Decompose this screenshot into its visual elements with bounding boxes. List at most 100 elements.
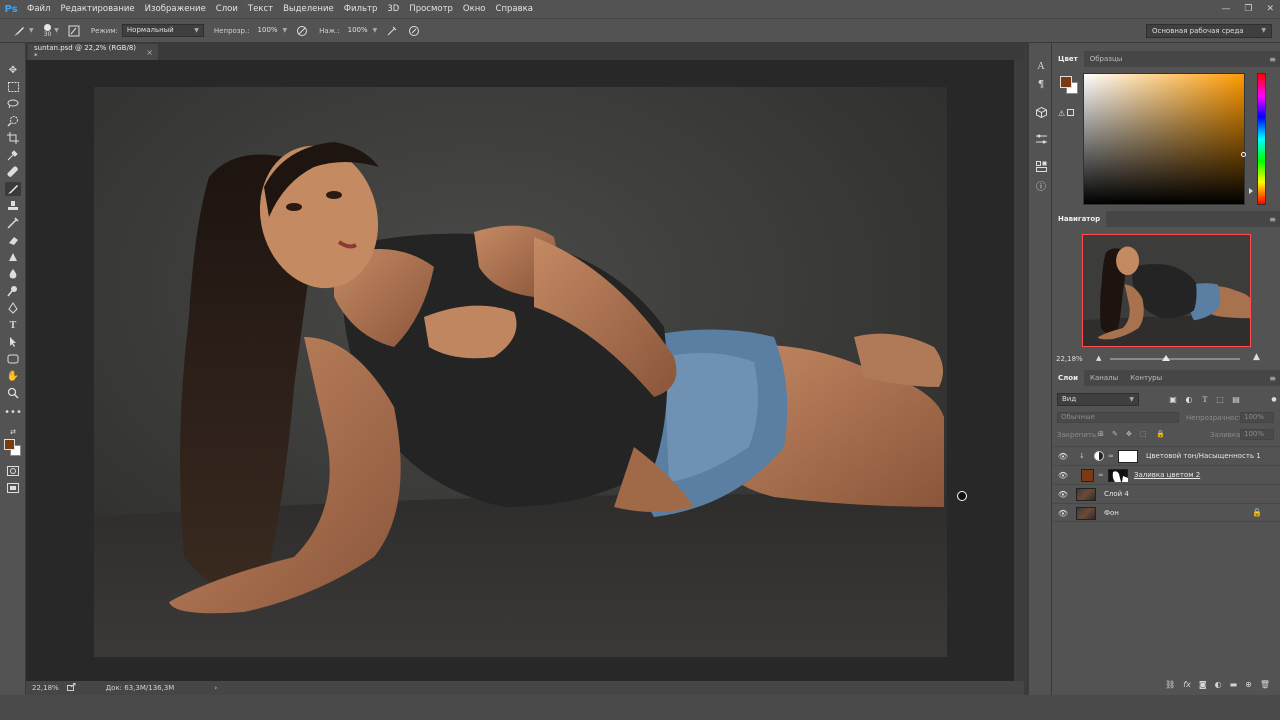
visibility-eye-icon[interactable]: 👁	[1058, 508, 1068, 518]
layer-row[interactable]: 👁 Фон 🔒	[1052, 503, 1280, 522]
navigator-zoom-slider[interactable]	[1110, 358, 1240, 360]
brush-size-picker[interactable]: 30	[44, 23, 51, 38]
layer-row[interactable]: 👁 ↓ ∞ Цветовой тон/Насыщенность 1	[1052, 446, 1280, 465]
close-icon[interactable]: ×	[146, 48, 153, 57]
flow-field[interactable]: 100%	[344, 24, 370, 37]
menu-layers[interactable]: Слои	[211, 0, 243, 18]
vertical-scrollbar[interactable]	[1014, 60, 1024, 681]
tab-paths[interactable]: Контуры	[1124, 370, 1168, 386]
link-layers-icon[interactable]: ⛓	[1165, 680, 1175, 689]
tab-color[interactable]: Цвет	[1052, 51, 1084, 67]
layer-opacity-field[interactable]: 100%	[1240, 412, 1274, 423]
lock-position-icon[interactable]: ✥	[1126, 430, 1132, 438]
screen-mode-icon[interactable]	[5, 481, 21, 495]
chevron-down-icon[interactable]: ▼	[54, 27, 59, 34]
dodge-icon[interactable]	[5, 284, 21, 298]
zoom-level[interactable]: 22,18%	[32, 684, 59, 692]
healing-icon[interactable]	[5, 165, 21, 179]
marquee-icon[interactable]	[5, 80, 21, 94]
layer-thumbnail[interactable]	[1076, 507, 1096, 520]
restore-button[interactable]: ❐	[1244, 4, 1252, 14]
quick-select-icon[interactable]	[5, 114, 21, 128]
chevron-down-icon[interactable]: ▼	[373, 27, 378, 34]
visibility-eye-icon[interactable]: 👁	[1058, 451, 1068, 461]
brush-panel-icon[interactable]	[67, 24, 81, 38]
tab-navigator[interactable]: Навигатор	[1052, 211, 1107, 227]
color-field[interactable]	[1083, 73, 1245, 205]
path-select-icon[interactable]	[5, 335, 21, 349]
lock-transparent-icon[interactable]: ⊞	[1098, 430, 1104, 438]
new-group-icon[interactable]: ▬	[1230, 680, 1238, 689]
history-brush-icon[interactable]	[5, 216, 21, 230]
new-adjustment-icon[interactable]: ◐	[1215, 680, 1222, 689]
foreground-color-swatch[interactable]	[4, 439, 15, 450]
navigator-zoom-slider-knob[interactable]	[1162, 355, 1170, 361]
menu-edit[interactable]: Редактирование	[55, 0, 139, 18]
eraser-icon[interactable]	[5, 233, 21, 247]
lock-artboard-icon[interactable]: ⬚	[1140, 430, 1147, 438]
layer-mask-thumbnail[interactable]	[1108, 469, 1128, 482]
filter-adjustment-icon[interactable]: ◐	[1183, 393, 1195, 405]
minimize-button[interactable]: —	[1221, 4, 1230, 14]
layer-row[interactable]: 👁 Слой 4	[1052, 484, 1280, 503]
visibility-eye-icon[interactable]: 👁	[1058, 489, 1068, 499]
tab-swatches[interactable]: Образцы	[1084, 51, 1129, 67]
menu-select[interactable]: Выделение	[278, 0, 339, 18]
hue-slider[interactable]	[1257, 73, 1266, 205]
layer-filter-select[interactable]: Вид ▼	[1057, 393, 1139, 406]
blend-mode-select[interactable]: Обычные	[1057, 412, 1179, 423]
filter-smart-object-icon[interactable]: ▤	[1230, 393, 1242, 405]
menu-window[interactable]: Окно	[458, 0, 491, 18]
color-panel-foreground-swatch[interactable]	[1060, 76, 1072, 88]
chevron-down-icon[interactable]: ▼	[283, 27, 288, 34]
fill-color-thumbnail[interactable]	[1081, 469, 1094, 482]
zoom-icon[interactable]	[5, 386, 21, 400]
pressure-size-icon[interactable]	[407, 24, 421, 38]
add-mask-icon[interactable]: ◙	[1199, 680, 1207, 689]
lasso-icon[interactable]	[5, 97, 21, 111]
hue-slider-knob[interactable]	[1249, 188, 1253, 194]
new-layer-icon[interactable]: ⊕	[1245, 680, 1252, 689]
menu-help[interactable]: Справка	[491, 0, 538, 18]
stamp-icon[interactable]	[5, 199, 21, 213]
lock-pixels-icon[interactable]: ✎	[1112, 430, 1118, 438]
menu-view[interactable]: Просмотр	[404, 0, 458, 18]
panel-menu-icon[interactable]: ≡	[1269, 55, 1276, 64]
document-image[interactable]	[94, 87, 947, 657]
more-icon[interactable]: •••	[4, 405, 22, 419]
fill-field[interactable]: 100%	[1240, 429, 1274, 440]
paragraph-icon[interactable]: ¶	[1033, 77, 1049, 91]
navigator-zoom-value[interactable]: 22,18%	[1056, 355, 1083, 363]
menu-image[interactable]: Изображение	[140, 0, 211, 18]
airbrush-icon[interactable]	[385, 24, 399, 38]
pressure-opacity-icon[interactable]	[295, 24, 309, 38]
panel-menu-icon[interactable]: ≡	[1269, 215, 1276, 224]
adjustments-icon[interactable]	[1033, 132, 1049, 146]
layer-thumbnail[interactable]	[1076, 488, 1096, 501]
zoom-in-icon[interactable]: ▲	[1253, 352, 1260, 362]
chevron-down-icon[interactable]: ▼	[29, 27, 34, 34]
move-icon[interactable]: ✥	[5, 63, 21, 77]
zoom-out-icon[interactable]: ▲	[1096, 354, 1101, 362]
menu-file[interactable]: Файл	[22, 0, 55, 18]
menu-filter[interactable]: Фильтр	[339, 0, 383, 18]
crop-icon[interactable]	[5, 131, 21, 145]
layer-mask-thumbnail[interactable]	[1118, 450, 1138, 463]
3d-icon[interactable]	[1033, 105, 1049, 119]
mode-select[interactable]: Нормальный ▼	[121, 24, 204, 37]
filter-type-icon[interactable]: T	[1199, 393, 1211, 405]
visibility-eye-icon[interactable]: 👁	[1058, 470, 1068, 480]
filter-pixel-icon[interactable]: ▣	[1167, 393, 1179, 405]
eyedropper-icon[interactable]	[5, 148, 21, 162]
quick-mask-icon[interactable]	[5, 464, 21, 478]
opacity-field[interactable]: 100%	[254, 24, 280, 37]
close-button[interactable]: ✕	[1266, 4, 1274, 14]
delete-layer-icon[interactable]: 🗑	[1260, 680, 1270, 689]
document-tab[interactable]: suntan.psd @ 22,2% (RGB/8) * ×	[28, 44, 158, 60]
hand-icon[interactable]: ✋	[5, 369, 21, 383]
brush-icon[interactable]	[5, 182, 21, 196]
tab-layers[interactable]: Слои	[1052, 370, 1084, 386]
blur-icon[interactable]	[5, 267, 21, 281]
export-icon[interactable]	[66, 683, 76, 693]
info-icon[interactable]: ⓘ	[1033, 178, 1049, 193]
